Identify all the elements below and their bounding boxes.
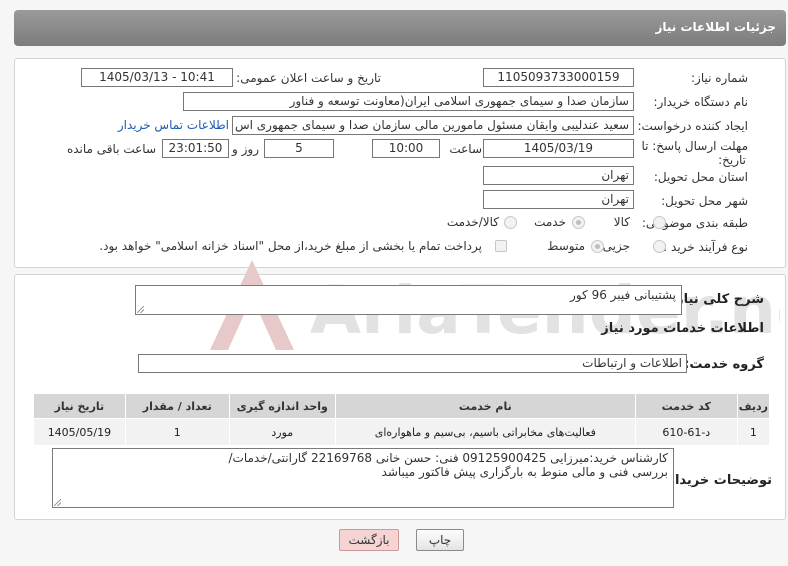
days-field: 5 xyxy=(264,139,334,158)
deadline-date-field: 1405/03/19 xyxy=(483,139,634,158)
announce-label: تاریخ و ساعت اعلان عمومی: xyxy=(236,71,381,85)
cell-unit: مورد xyxy=(228,418,336,446)
buyer-notes-label: توضیحات خریدار: xyxy=(662,473,772,488)
col-row: ردیف xyxy=(736,393,771,419)
page-title: جزئیات اطلاعات نیاز xyxy=(655,20,776,34)
category-radio-goods[interactable] xyxy=(653,216,666,229)
col-need-date: تاریخ نیاز xyxy=(33,393,126,419)
buyer-contact-link[interactable]: اطلاعات تماس خریدار xyxy=(118,118,229,132)
service-group-label: گروه خدمت: xyxy=(684,357,764,372)
buyer-org-field: سازمان صدا و سیمای جمهوری اسلامی ایران(م… xyxy=(183,92,634,111)
resize-grip-icon[interactable] xyxy=(54,499,61,506)
process-medium-label: متوسط xyxy=(547,239,585,253)
cell-quantity: 1 xyxy=(124,418,230,446)
services-table-header: ردیف کد خدمت نام خدمت واحد اندازه گیری ت… xyxy=(33,393,771,419)
summary-text: پشتیبانی فیبر 96 کور xyxy=(570,288,676,302)
services-section-title: اطلاعات خدمات مورد نیاز xyxy=(601,321,764,336)
process-radio-minor[interactable] xyxy=(653,240,666,253)
cell-need-date: 1405/05/19 xyxy=(33,418,126,446)
page-header: جزئیات اطلاعات نیاز xyxy=(14,10,786,46)
cell-service-code: د-61-610 xyxy=(634,418,738,446)
deadline-label-2: تاریخ: xyxy=(718,153,746,167)
province-label: استان محل تحویل: xyxy=(653,170,748,184)
city-label: شهر محل تحویل: xyxy=(661,194,748,208)
summary-label: شرح کلی نیاز: xyxy=(670,292,764,307)
need-number-label: شماره نیاز: xyxy=(691,71,748,85)
col-service-code: کد خدمت xyxy=(634,393,738,419)
table-row: 1 د-61-610 فعالیت‌های مخابراتی باسیم، بی… xyxy=(33,418,771,446)
need-info-card xyxy=(14,58,786,268)
buyer-notes-line-2: بررسی فنی و مالی منوط به بارگزاری پیش فا… xyxy=(381,465,668,479)
remaining-time-field: 23:01:50 xyxy=(162,139,229,158)
resize-grip-icon[interactable] xyxy=(137,306,144,313)
need-number-field: 1105093733000159 xyxy=(483,68,634,87)
buyer-org-label: نام دستگاه خریدار: xyxy=(653,95,749,109)
buyer-notes-textarea[interactable]: کارشناس خرید:میرزایی 09125900425 فنی: حس… xyxy=(52,448,674,508)
col-service-name: نام خدمت xyxy=(334,393,636,419)
category-goods-service-label: کالا/خدمت xyxy=(446,215,499,229)
announce-field: 1405/03/13 - 10:41 xyxy=(81,68,233,87)
cell-row: 1 xyxy=(736,418,771,446)
col-quantity: تعداد / مقدار xyxy=(124,393,230,419)
buyer-notes-line-1: کارشناس خرید:میرزایی 09125900425 فنی: حس… xyxy=(228,451,668,465)
process-minor-label: جزیی xyxy=(602,239,630,253)
col-unit: واحد اندازه گیری xyxy=(228,393,336,419)
services-table: ردیف کد خدمت نام خدمت واحد اندازه گیری ت… xyxy=(33,393,771,446)
service-group-field: اطلاعات و ارتباطات xyxy=(138,354,687,373)
back-button[interactable]: بازگشت xyxy=(339,529,399,551)
category-radio-goods-service[interactable] xyxy=(504,216,517,229)
treasury-payment-note: پرداخت تمام یا بخشی از مبلغ خرید،از محل … xyxy=(99,239,482,253)
deadline-label: مهلت ارسال پاسخ: تا xyxy=(641,139,748,153)
category-goods-label: کالا xyxy=(613,215,630,229)
days-label: روز و xyxy=(232,142,259,156)
summary-textarea[interactable]: پشتیبانی فیبر 96 کور xyxy=(135,285,682,315)
process-radio-medium[interactable] xyxy=(591,240,604,253)
cell-service-name: فعالیت‌های مخابراتی باسیم، بی‌سیم و ماهو… xyxy=(334,418,636,446)
category-radio-service[interactable] xyxy=(572,216,585,229)
city-field: تهران xyxy=(483,190,634,209)
requester-field: سعید عندلیبی وایقان مسئول مامورین مالی س… xyxy=(232,116,634,135)
category-service-label: خدمت xyxy=(534,215,566,229)
deadline-time-label: ساعت xyxy=(449,142,482,156)
remaining-label: ساعت باقی مانده xyxy=(66,142,156,156)
print-button[interactable]: چاپ xyxy=(416,529,464,551)
deadline-time-field: 10:00 xyxy=(372,139,440,158)
process-label: نوع فرآیند خرید : xyxy=(663,240,748,254)
province-field: تهران xyxy=(483,166,634,185)
treasury-payment-checkbox[interactable] xyxy=(495,240,507,252)
requester-label: ایجاد کننده درخواست: xyxy=(637,119,748,133)
